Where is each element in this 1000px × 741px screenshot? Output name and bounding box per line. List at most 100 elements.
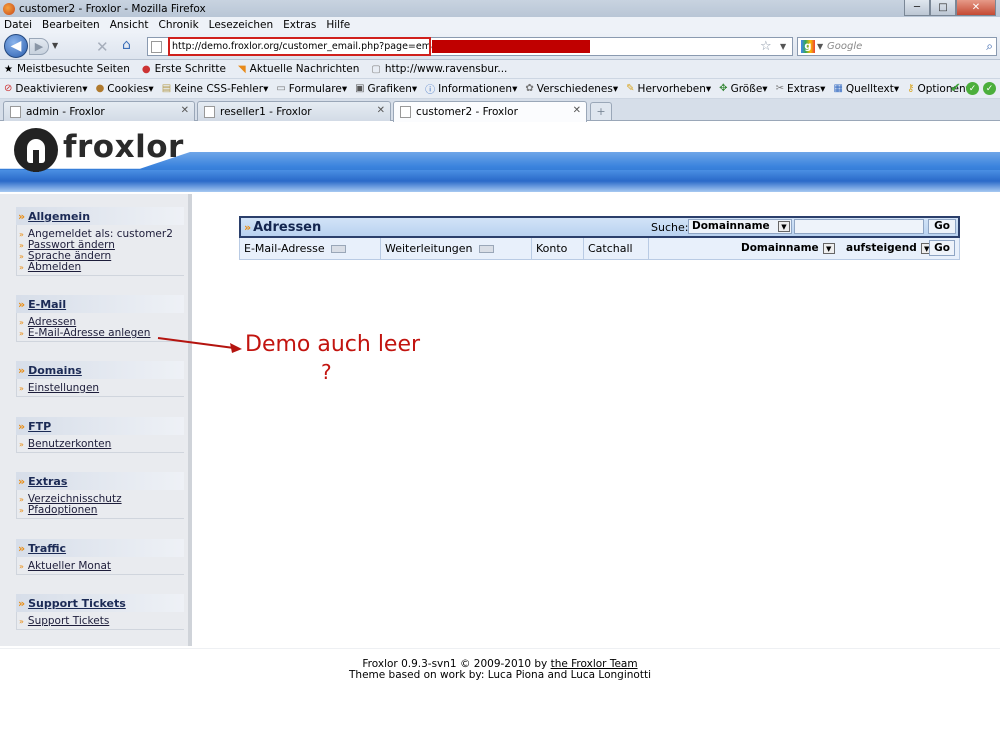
dev-deaktivieren[interactable]: ⊘ Deaktivieren ▾ <box>4 83 88 95</box>
tab-close-icon[interactable]: ✕ <box>573 105 581 116</box>
nav-aktueller-monat[interactable]: Aktueller Monat <box>28 561 111 572</box>
dev-informationen[interactable]: ⓘ Informationen ▾ <box>425 81 517 97</box>
address-bar[interactable]: http://demo.froxlor.org/customer_email.p… <box>147 37 793 56</box>
search-input[interactable]: Google <box>827 41 862 52</box>
stop-icon[interactable]: ✕ <box>96 38 109 56</box>
nav-support-tickets[interactable]: Support Tickets <box>28 616 109 627</box>
nav-email[interactable]: E-Mail <box>28 298 66 311</box>
search-field-select[interactable]: Domainname ▼ <box>688 219 792 234</box>
check-icon[interactable]: ✔ <box>949 81 962 96</box>
close-button[interactable]: ✕ <box>956 0 996 16</box>
validation-status: ✔ ✓ ✓ <box>945 81 996 96</box>
web-page: froxlor » Allgemein » Angemeldet als: cust… <box>0 122 1000 741</box>
nav-abmelden[interactable]: Abmelden <box>28 262 81 273</box>
nav-email-anlegen[interactable]: E-Mail-Adresse anlegen <box>28 328 151 339</box>
dev-grafiken[interactable]: ▣ Grafiken ▾ <box>355 83 417 95</box>
google-icon[interactable]: g <box>801 40 815 53</box>
table-title: Adressen <box>253 219 322 235</box>
window-titlebar: customer2 - Froxlor - Mozilla Firefox ─ … <box>0 0 1000 17</box>
chevron-down-icon: ▼ <box>822 242 835 254</box>
search-input[interactable] <box>794 219 924 234</box>
window-controls: ─ □ ✕ <box>904 0 996 16</box>
css-valid-icon[interactable]: ✓ <box>966 82 979 95</box>
bookmark-star-icon[interactable]: ☆ <box>760 39 772 54</box>
chevron-right-icon: » <box>18 363 25 377</box>
search-go-button[interactable]: Go <box>928 219 956 234</box>
navigation-toolbar: ◀ ▶ ▼ ✕ ⌂ http://demo.froxlor.org/custom… <box>0 32 1000 60</box>
nav-support-tickets-header[interactable]: Support Tickets <box>28 597 126 610</box>
nav-pfadoptionen[interactable]: Pfadoptionen <box>28 505 97 516</box>
cookie-icon: ● <box>95 83 105 94</box>
menu-chronik[interactable]: Chronik <box>159 19 199 31</box>
bookmark-meistbesucht[interactable]: ★ Meistbesuchte Seiten <box>4 63 130 75</box>
sort-icon[interactable] <box>330 245 346 253</box>
dev-formulare[interactable]: ▭ Formulare ▾ <box>276 83 347 95</box>
sidebar: » Allgemein » Angemeldet als: customer2 » P… <box>0 194 192 646</box>
bookmark-ravensburger[interactable]: ▢ http://www.ravensbur... <box>371 63 507 75</box>
tab-bar: admin - Froxlor ✕ reseller1 - Froxlor ✕ … <box>0 99 1000 122</box>
nav-benutzerkonten[interactable]: Benutzerkonten <box>28 439 111 450</box>
form-icon: ▭ <box>276 83 286 94</box>
page-icon: ▢ <box>371 63 381 75</box>
search-engine-dropdown-icon[interactable]: ▼ <box>817 42 823 51</box>
order-direction-select[interactable]: aufsteigend ▼ <box>846 241 933 256</box>
forward-button[interactable]: ▶ <box>29 38 49 55</box>
menu-datei[interactable]: Datei <box>4 19 32 31</box>
order-by-select[interactable]: Domainname ▼ <box>741 241 835 256</box>
tab-close-icon[interactable]: ✕ <box>377 105 385 116</box>
dev-verschiedenes[interactable]: ✿ Verschiedenes ▾ <box>525 83 618 95</box>
dev-quelltext[interactable]: ▦ Quelltext ▾ <box>833 83 899 95</box>
dev-hervorheben[interactable]: ✎ Hervorheben ▾ <box>626 83 711 95</box>
froxlor-logo-text: froxlor <box>63 129 184 165</box>
new-tab-button[interactable]: + <box>590 102 612 120</box>
dev-groesse[interactable]: ✥ Größe ▾ <box>719 83 767 95</box>
menu-bearbeiten[interactable]: Bearbeiten <box>42 19 100 31</box>
dev-cookies[interactable]: ● Cookies ▾ <box>96 83 154 95</box>
chevron-right-icon: » <box>18 419 25 433</box>
nav-domains[interactable]: Domains <box>28 364 82 377</box>
search-box[interactable]: g ▼ Google ⌕ <box>797 37 997 56</box>
bookmark-icon: ★ <box>4 63 13 75</box>
dev-css[interactable]: ▤ Keine CSS-Fehler ▾ <box>162 83 269 95</box>
minimize-button[interactable]: ─ <box>904 0 930 16</box>
back-button[interactable]: ◀ <box>4 34 28 58</box>
menu-extras[interactable]: Extras <box>283 19 316 31</box>
source-icon: ▦ <box>833 83 843 94</box>
nav-traffic[interactable]: Traffic <box>28 542 66 555</box>
page-icon <box>400 106 411 118</box>
tab-reseller1[interactable]: reseller1 - Froxlor ✕ <box>197 101 391 121</box>
nav-section-traffic: » Traffic » Aktueller Monat <box>16 539 184 575</box>
firefox-icon <box>3 2 15 15</box>
history-dropdown-icon[interactable]: ▼ <box>52 41 58 50</box>
bookmark-erste-schritte[interactable]: ● Erste Schritte <box>142 63 226 75</box>
html-valid-icon[interactable]: ✓ <box>983 82 996 95</box>
sort-icon[interactable] <box>478 245 494 253</box>
home-icon[interactable]: ⌂ <box>122 37 131 53</box>
froxlor-logo-icon <box>14 128 58 172</box>
tab-admin[interactable]: admin - Froxlor ✕ <box>3 101 195 121</box>
nav-ftp[interactable]: FTP <box>28 420 51 433</box>
maximize-button[interactable]: □ <box>930 0 956 16</box>
menu-ansicht[interactable]: Ansicht <box>110 19 149 31</box>
tab-close-icon[interactable]: ✕ <box>181 105 189 116</box>
annotation-arrow <box>157 337 242 353</box>
nav-extras[interactable]: Extras <box>28 475 67 488</box>
nav-allgemein[interactable]: Allgemein <box>28 210 90 223</box>
dev-extras[interactable]: ✂ Extras ▾ <box>776 83 826 95</box>
tab-customer2[interactable]: customer2 - Froxlor ✕ <box>393 101 587 122</box>
menu-hilfe[interactable]: Hilfe <box>326 19 350 31</box>
nav-einstellungen[interactable]: Einstellungen <box>28 383 99 394</box>
chevron-down-icon: ▼ <box>778 221 790 232</box>
site-header: froxlor <box>0 122 1000 192</box>
menu-lesezeichen[interactable]: Lesezeichen <box>209 19 274 31</box>
header-band-lower <box>0 170 1000 192</box>
url-dropdown-icon[interactable]: ▼ <box>780 42 786 51</box>
nav-section-ftp: » FTP » Benutzerkonten <box>16 417 184 453</box>
order-go-button[interactable]: Go <box>929 240 955 256</box>
bookmark-nachrichten[interactable]: ◥ Aktuelle Nachrichten <box>238 63 359 75</box>
table-column-headers: E-Mail-Adresse Weiterleitungen Konto Cat… <box>239 238 960 260</box>
col-konto: Konto <box>532 238 584 259</box>
search-icon[interactable]: ⌕ <box>986 39 993 54</box>
nav-section-domains: » Domains » Einstellungen <box>16 361 184 397</box>
tools-icon: ✂ <box>775 83 784 94</box>
